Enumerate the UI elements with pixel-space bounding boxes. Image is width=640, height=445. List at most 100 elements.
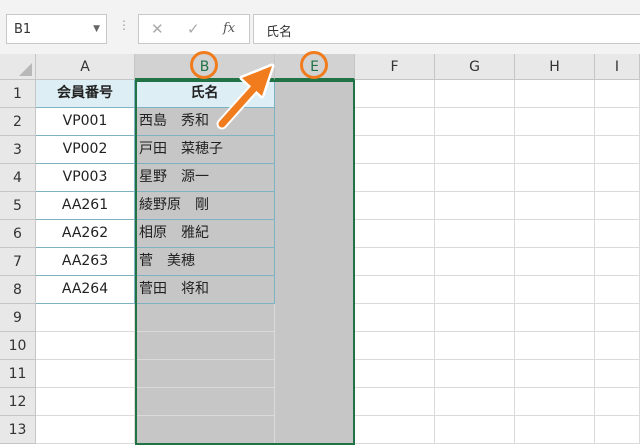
column-header-h[interactable]: H: [515, 54, 595, 80]
cell-f12[interactable]: [355, 388, 435, 416]
cell-f8[interactable]: [355, 276, 435, 304]
cell-b4[interactable]: 星野 源一: [135, 164, 275, 192]
cell-h10[interactable]: [515, 332, 595, 360]
cell-f10[interactable]: [355, 332, 435, 360]
cell-i4[interactable]: [595, 164, 640, 192]
cell-a6[interactable]: AA262: [36, 220, 135, 248]
cell-b13[interactable]: [135, 416, 275, 444]
cell-h13[interactable]: [515, 416, 595, 444]
column-header-a[interactable]: A: [36, 54, 135, 80]
insert-function-icon[interactable]: fx: [223, 21, 235, 36]
cell-b12[interactable]: [135, 388, 275, 416]
cell-a10[interactable]: [36, 332, 135, 360]
column-header-i[interactable]: I: [595, 54, 640, 80]
cell-h2[interactable]: [515, 108, 595, 136]
cell-f6[interactable]: [355, 220, 435, 248]
cell-h3[interactable]: [515, 136, 595, 164]
cell-g6[interactable]: [435, 220, 515, 248]
cell-f9[interactable]: [355, 304, 435, 332]
row-header-12[interactable]: 12: [0, 388, 36, 416]
cell-a2[interactable]: VP001: [36, 108, 135, 136]
row-header-13[interactable]: 13: [0, 416, 36, 444]
formula-input[interactable]: 氏名: [253, 14, 640, 44]
row-header-10[interactable]: 10: [0, 332, 36, 360]
cell-e12[interactable]: [275, 388, 355, 416]
cell-f7[interactable]: [355, 248, 435, 276]
cell-i5[interactable]: [595, 192, 640, 220]
cell-a1[interactable]: 会員番号: [36, 80, 135, 108]
grip-dots-icon[interactable]: ⋮: [118, 18, 130, 32]
cell-a8[interactable]: AA264: [36, 276, 135, 304]
cell-f2[interactable]: [355, 108, 435, 136]
cell-g3[interactable]: [435, 136, 515, 164]
cell-a4[interactable]: VP003: [36, 164, 135, 192]
row-header-3[interactable]: 3: [0, 136, 36, 164]
row-header-2[interactable]: 2: [0, 108, 36, 136]
cell-g12[interactable]: [435, 388, 515, 416]
cell-f1[interactable]: [355, 80, 435, 108]
cell-i8[interactable]: [595, 276, 640, 304]
cell-b9[interactable]: [135, 304, 275, 332]
cell-e8[interactable]: [275, 276, 355, 304]
cell-g8[interactable]: [435, 276, 515, 304]
cell-g9[interactable]: [435, 304, 515, 332]
row-header-1[interactable]: 1: [0, 80, 36, 108]
column-header-g[interactable]: G: [435, 54, 515, 80]
cell-b5[interactable]: 綾野原 剛: [135, 192, 275, 220]
cell-h1[interactable]: [515, 80, 595, 108]
cell-a12[interactable]: [36, 388, 135, 416]
cell-h9[interactable]: [515, 304, 595, 332]
cell-e5[interactable]: [275, 192, 355, 220]
cell-e2[interactable]: [275, 108, 355, 136]
cell-i12[interactable]: [595, 388, 640, 416]
cell-i3[interactable]: [595, 136, 640, 164]
row-header-9[interactable]: 9: [0, 304, 36, 332]
cell-i13[interactable]: [595, 416, 640, 444]
cell-b3[interactable]: 戸田 菜穂子: [135, 136, 275, 164]
cell-e7[interactable]: [275, 248, 355, 276]
chevron-down-icon[interactable]: ▼: [93, 24, 100, 34]
row-header-7[interactable]: 7: [0, 248, 36, 276]
cell-e1[interactable]: [275, 80, 355, 108]
cell-h11[interactable]: [515, 360, 595, 388]
cell-f13[interactable]: [355, 416, 435, 444]
row-header-6[interactable]: 6: [0, 220, 36, 248]
cell-a5[interactable]: AA261: [36, 192, 135, 220]
cell-g11[interactable]: [435, 360, 515, 388]
cell-b11[interactable]: [135, 360, 275, 388]
cell-i11[interactable]: [595, 360, 640, 388]
cell-e6[interactable]: [275, 220, 355, 248]
cell-h4[interactable]: [515, 164, 595, 192]
cell-g5[interactable]: [435, 192, 515, 220]
cell-e10[interactable]: [275, 332, 355, 360]
cancel-icon[interactable]: ✕: [151, 20, 164, 38]
cell-i10[interactable]: [595, 332, 640, 360]
cell-i2[interactable]: [595, 108, 640, 136]
row-header-8[interactable]: 8: [0, 276, 36, 304]
cell-h6[interactable]: [515, 220, 595, 248]
cell-i1[interactable]: [595, 80, 640, 108]
cell-h7[interactable]: [515, 248, 595, 276]
cell-a7[interactable]: AA263: [36, 248, 135, 276]
cell-e3[interactable]: [275, 136, 355, 164]
cell-b8[interactable]: 菅田 将和: [135, 276, 275, 304]
name-box[interactable]: B1 ▼: [6, 14, 107, 44]
cell-h8[interactable]: [515, 276, 595, 304]
cell-e4[interactable]: [275, 164, 355, 192]
cell-a11[interactable]: [36, 360, 135, 388]
cell-f3[interactable]: [355, 136, 435, 164]
cell-g2[interactable]: [435, 108, 515, 136]
select-all-button[interactable]: [0, 54, 36, 80]
cell-a9[interactable]: [36, 304, 135, 332]
cell-g4[interactable]: [435, 164, 515, 192]
cell-h12[interactable]: [515, 388, 595, 416]
cell-g13[interactable]: [435, 416, 515, 444]
cell-f11[interactable]: [355, 360, 435, 388]
cell-a3[interactable]: VP002: [36, 136, 135, 164]
column-header-f[interactable]: F: [355, 54, 435, 80]
row-header-5[interactable]: 5: [0, 192, 36, 220]
check-icon[interactable]: ✓: [187, 20, 200, 38]
cell-e9[interactable]: [275, 304, 355, 332]
row-header-4[interactable]: 4: [0, 164, 36, 192]
cell-g1[interactable]: [435, 80, 515, 108]
